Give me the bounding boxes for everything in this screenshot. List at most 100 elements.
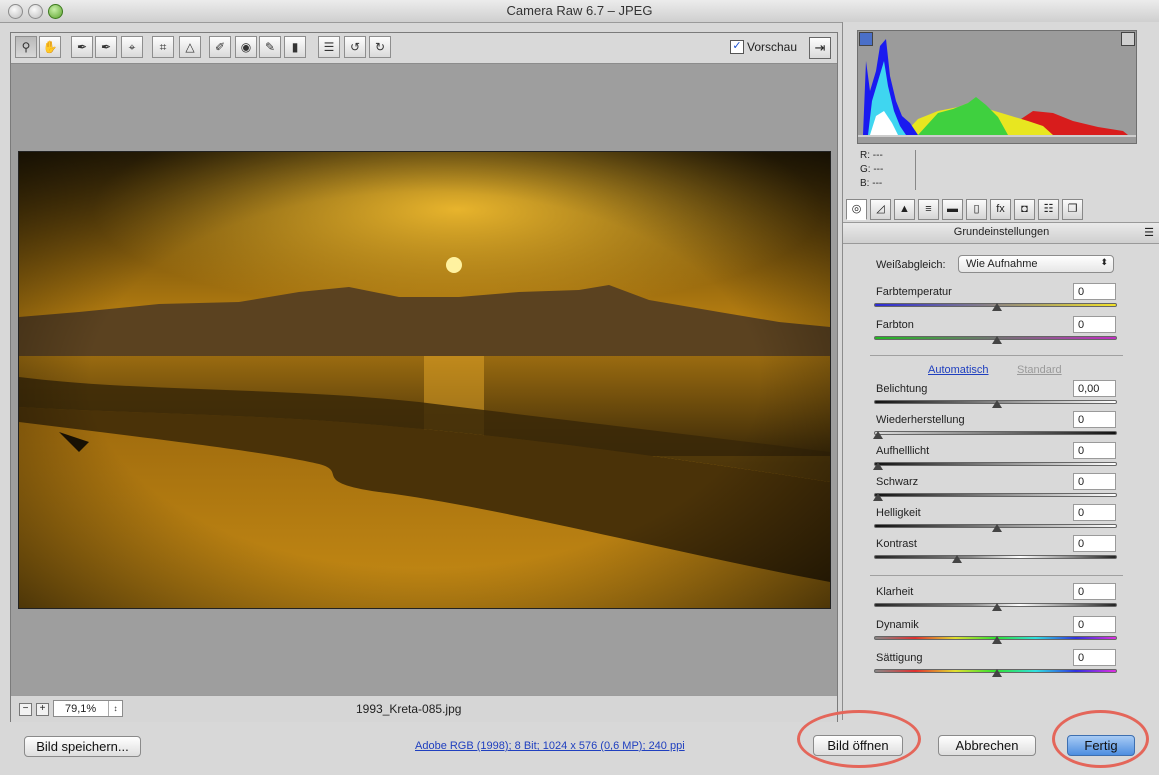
schwarz-slider-thumb[interactable] bbox=[873, 493, 883, 501]
wiederherstellung-label: Wiederherstellung bbox=[876, 414, 965, 426]
zoom-icon: ⚲ bbox=[21, 40, 31, 54]
zoom-level-field[interactable]: 79,1% ↕ bbox=[53, 700, 123, 717]
adjustment-brush-tool[interactable]: ✎ bbox=[259, 36, 281, 58]
tab-effects[interactable]: fx bbox=[990, 199, 1011, 220]
hand-tool[interactable]: ✋ bbox=[39, 36, 61, 58]
status-bar: − + 79,1% ↕ 1993_Kreta-085.jpg bbox=[11, 695, 837, 722]
tab-hsl[interactable]: ≡ bbox=[918, 199, 939, 220]
klarheit-value-field[interactable]: 0 bbox=[1073, 583, 1116, 600]
belichtung-label: Belichtung bbox=[876, 383, 928, 395]
straighten-tool[interactable]: △ bbox=[179, 36, 201, 58]
graduated-filter-tool[interactable]: ▮ bbox=[284, 36, 306, 58]
adjustment-brush-icon: ✎ bbox=[264, 40, 276, 54]
targeted-adjustment-icon: ⌖ bbox=[128, 40, 136, 54]
zoom-out-button[interactable]: − bbox=[19, 703, 32, 716]
kontrast-slider-thumb[interactable] bbox=[951, 555, 962, 563]
red-eye-icon: ◉ bbox=[240, 40, 252, 54]
red-eye-tool[interactable]: ◉ bbox=[235, 36, 257, 58]
readout-divider bbox=[915, 150, 916, 190]
white-balance-tool[interactable]: ✒ bbox=[71, 36, 93, 58]
farbton-label: Farbton bbox=[876, 319, 914, 331]
belichtung-slider-thumb[interactable] bbox=[992, 400, 1002, 408]
spot-removal-tool[interactable]: ✐ bbox=[209, 36, 231, 58]
white-balance-select[interactable]: Wie Aufnahme ⬍ bbox=[958, 255, 1114, 273]
crop-icon: ⌗ bbox=[159, 40, 167, 54]
tab-detail[interactable]: ▲ bbox=[894, 199, 915, 220]
split-toning-icon: ▬ bbox=[947, 203, 958, 215]
snapshots-icon: ❐ bbox=[1067, 203, 1078, 215]
basic-icon: ◎ bbox=[851, 203, 862, 215]
fullscreen-toggle-button[interactable]: ⇥ bbox=[809, 37, 831, 59]
tool-bar: ⚲ ✋ ✒ ✒ ⌖ ⌗ △ ✐ ◉ ✎ ▮ ☰ ↺ ↻ ✓ Vorschau ⇥ bbox=[11, 33, 837, 64]
shadow-clipping-button[interactable] bbox=[859, 32, 873, 46]
zoom-in-button[interactable]: + bbox=[36, 703, 49, 716]
color-sampler-icon: ✒ bbox=[100, 40, 112, 54]
saettigung-value-field[interactable]: 0 bbox=[1073, 649, 1116, 666]
color-sampler-tool[interactable]: ✒ bbox=[95, 36, 117, 58]
camera-calibration-icon: ◘ bbox=[1021, 203, 1028, 215]
rotate-right-icon: ↻ bbox=[374, 40, 386, 54]
file-name: 1993_Kreta-085.jpg bbox=[356, 702, 462, 716]
rotate-left-tool[interactable]: ↺ bbox=[344, 36, 366, 58]
zoom-tool[interactable]: ⚲ bbox=[15, 36, 37, 58]
chevron-updown-icon: ⬍ bbox=[1100, 257, 1108, 267]
crop-tool[interactable]: ⌗ bbox=[152, 36, 174, 58]
rgb-readout-b: B: --- bbox=[860, 178, 883, 189]
annotation-ring-done bbox=[1052, 710, 1149, 768]
zoom-stepper-icon[interactable]: ↕ bbox=[108, 701, 122, 716]
workflow-options-link[interactable]: Adobe RGB (1998); 8 Bit; 1024 x 576 (0,6… bbox=[415, 740, 685, 752]
wiederherstellung-slider-thumb[interactable] bbox=[873, 431, 883, 439]
tab-basic[interactable]: ◎ bbox=[846, 199, 867, 220]
targeted-adjustment-tool[interactable]: ⌖ bbox=[121, 36, 143, 58]
aufhelllicht-value-field[interactable]: 0 bbox=[1073, 442, 1116, 459]
tab-camera-calibration[interactable]: ◘ bbox=[1014, 199, 1035, 220]
annotation-ring-open bbox=[797, 710, 921, 768]
preview-checkbox[interactable]: ✓ bbox=[730, 40, 744, 54]
section-title: Grundeinstellungen bbox=[953, 226, 1050, 238]
default-link[interactable]: Standard bbox=[1017, 364, 1062, 376]
auto-link[interactable]: Automatisch bbox=[928, 364, 989, 376]
save-image-button[interactable]: Bild speichern... bbox=[24, 736, 141, 757]
tone-curve-icon: ◿ bbox=[876, 203, 885, 215]
rotate-right-tool[interactable]: ↻ bbox=[369, 36, 391, 58]
farbton-value-field[interactable]: 0 bbox=[1073, 316, 1116, 333]
panel-menu-icon[interactable]: ☰ bbox=[1144, 226, 1154, 239]
hand-icon: ✋ bbox=[42, 40, 58, 54]
farbtemperatur-value-field[interactable]: 0 bbox=[1073, 283, 1116, 300]
klarheit-slider-thumb[interactable] bbox=[992, 603, 1002, 611]
zoom-level-value: 79,1% bbox=[65, 703, 97, 715]
hsl-icon: ≡ bbox=[925, 203, 932, 215]
tab-presets[interactable]: ☷ bbox=[1038, 199, 1059, 220]
saettigung-label: Sättigung bbox=[876, 652, 923, 664]
helligkeit-slider-thumb[interactable] bbox=[992, 524, 1002, 532]
rgb-readout-r: R: --- bbox=[860, 150, 883, 161]
kontrast-slider[interactable] bbox=[874, 555, 1117, 559]
farbtemperatur-slider-thumb[interactable] bbox=[992, 303, 1002, 311]
rgb-readout-g: G: --- bbox=[860, 164, 884, 175]
highlight-clipping-button[interactable] bbox=[1121, 32, 1135, 46]
belichtung-value-field[interactable]: 0,00 bbox=[1073, 380, 1116, 397]
white-balance-value: Wie Aufnahme bbox=[966, 258, 1038, 270]
tab-tone-curve[interactable]: ◿ bbox=[870, 199, 891, 220]
cancel-button[interactable]: Abbrechen bbox=[938, 735, 1036, 756]
presets-icon: ☷ bbox=[1043, 203, 1054, 215]
dynamik-slider-thumb[interactable] bbox=[992, 636, 1002, 644]
schwarz-slider[interactable] bbox=[874, 493, 1117, 497]
aufhelllicht-slider[interactable] bbox=[874, 462, 1117, 466]
schwarz-value-field[interactable]: 0 bbox=[1073, 473, 1116, 490]
preview-image[interactable] bbox=[18, 151, 831, 609]
saettigung-slider-thumb[interactable] bbox=[992, 669, 1002, 677]
tab-lens-corrections[interactable]: ▯ bbox=[966, 199, 987, 220]
preview-label[interactable]: Vorschau bbox=[747, 40, 797, 54]
helligkeit-value-field[interactable]: 0 bbox=[1073, 504, 1116, 521]
wiederherstellung-slider[interactable] bbox=[874, 431, 1117, 435]
histogram-graph bbox=[858, 39, 1136, 137]
kontrast-value-field[interactable]: 0 bbox=[1073, 535, 1116, 552]
preferences-tool[interactable]: ☰ bbox=[318, 36, 340, 58]
dynamik-value-field[interactable]: 0 bbox=[1073, 616, 1116, 633]
tab-split-toning[interactable]: ▬ bbox=[942, 199, 963, 220]
wiederherstellung-value-field[interactable]: 0 bbox=[1073, 411, 1116, 428]
farbton-slider-thumb[interactable] bbox=[992, 336, 1002, 344]
aufhelllicht-slider-thumb[interactable] bbox=[873, 462, 883, 470]
tab-snapshots[interactable]: ❐ bbox=[1062, 199, 1083, 220]
